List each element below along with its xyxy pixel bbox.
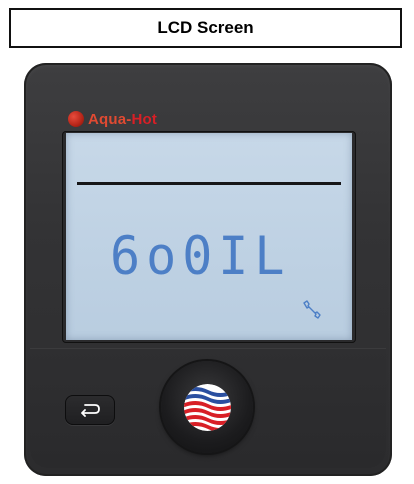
brand-name-part2: Hot xyxy=(131,110,158,128)
back-button[interactable] xyxy=(65,395,115,425)
brand-logo: Aqua-Hot xyxy=(68,106,208,132)
lcd-divider-line xyxy=(77,182,341,185)
page-title: LCD Screen xyxy=(157,18,254,37)
brand-flame-icon xyxy=(68,111,84,127)
lcd-readout: 6o0IL xyxy=(110,225,291,287)
aqua-hot-logo-icon[interactable] xyxy=(184,384,231,431)
brand-name: Aqua-Hot xyxy=(88,111,157,128)
wrench-icon xyxy=(300,298,322,320)
brand-name-part1: Aqua- xyxy=(88,110,132,128)
page-title-box: LCD Screen xyxy=(9,8,402,48)
return-arrow-icon xyxy=(81,404,100,417)
